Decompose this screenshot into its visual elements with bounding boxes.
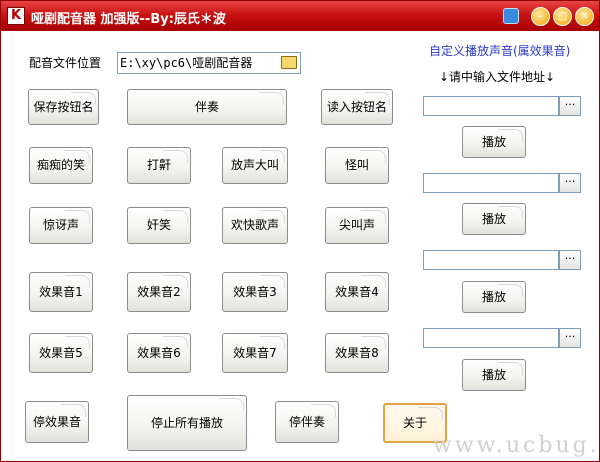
browse-button-2[interactable]: ··· [559,173,581,193]
sound-button-shout[interactable]: 放声大叫 [222,147,288,184]
play-button-2[interactable]: 播放 [462,203,526,235]
maximize-button[interactable]: □ [553,7,572,26]
close-button[interactable]: ✕ [575,7,594,26]
effect-button-1[interactable]: 效果音1 [29,272,93,312]
effect-button-2[interactable]: 效果音2 [127,272,191,312]
accompany-button[interactable]: 伴奏 [127,89,287,125]
effect-button-8[interactable]: 效果音8 [325,333,389,373]
stop-effect-button[interactable]: 停效果音 [25,401,89,443]
custom-file-input-4[interactable] [423,328,559,348]
effect-button-7[interactable]: 效果音7 [222,333,288,373]
title-bar[interactable]: K 哑剧配音器 加强版--By:辰氏＊波 – □ ✕ [1,1,599,31]
effect-button-5[interactable]: 效果音5 [29,333,93,373]
play-button-1[interactable]: 播放 [462,126,526,158]
play-button-4[interactable]: 播放 [462,359,526,391]
skin-icon[interactable] [503,8,519,24]
play-button-3[interactable]: 播放 [462,281,526,313]
path-label: 配音文件位置 [29,56,102,70]
load-names-button[interactable]: 读入按钮名 [321,89,393,125]
path-input[interactable]: E:\xy\pc6\哑剧配音器 [117,52,301,74]
window-title: 哑剧配音器 加强版--By:辰氏＊波 [31,12,226,27]
sound-button-snore[interactable]: 打鼾 [127,147,191,184]
browse-button-1[interactable]: ··· [559,96,581,116]
browse-button-4[interactable]: ··· [559,328,581,348]
custom-sound-title: 自定义播放声音(属效果音) [429,44,571,58]
browse-button-3[interactable]: ··· [559,250,581,270]
sound-button-sneer[interactable]: 奸笑 [127,207,191,244]
sound-button-surprise[interactable]: 惊讶声 [29,207,93,244]
custom-file-input-1[interactable] [423,96,559,116]
sound-button-happy-song[interactable]: 欢快歌声 [222,207,288,244]
sound-button-weird-call[interactable]: 怪叫 [325,147,389,184]
stop-accompany-button[interactable]: 停伴奏 [275,401,339,443]
sound-button-scream[interactable]: 尖叫声 [325,207,389,244]
file-path-hint: ↓请中输入文件地址↓ [439,70,556,84]
effect-button-4[interactable]: 效果音4 [325,272,389,312]
folder-icon[interactable] [281,56,297,69]
effect-button-6[interactable]: 效果音6 [127,333,191,373]
main-panel: 配音文件位置 E:\xy\pc6\哑剧配音器 保存按钮名 伴奏 读入按钮名 痴痴… [1,31,599,461]
effect-button-3[interactable]: 效果音3 [222,272,288,312]
watermark: www.ucbug.cc [433,433,600,458]
save-names-button[interactable]: 保存按钮名 [28,89,99,125]
custom-file-input-2[interactable] [423,173,559,193]
custom-file-input-3[interactable] [423,250,559,270]
sound-button-giggle[interactable]: 痴痴的笑 [29,147,93,184]
stop-all-button[interactable]: 停止所有播放 [127,395,247,451]
minimize-button[interactable]: – [531,7,550,26]
app-window: K 哑剧配音器 加强版--By:辰氏＊波 – □ ✕ 配音文件位置 E:\xy\… [0,0,600,462]
app-icon: K [7,7,25,25]
